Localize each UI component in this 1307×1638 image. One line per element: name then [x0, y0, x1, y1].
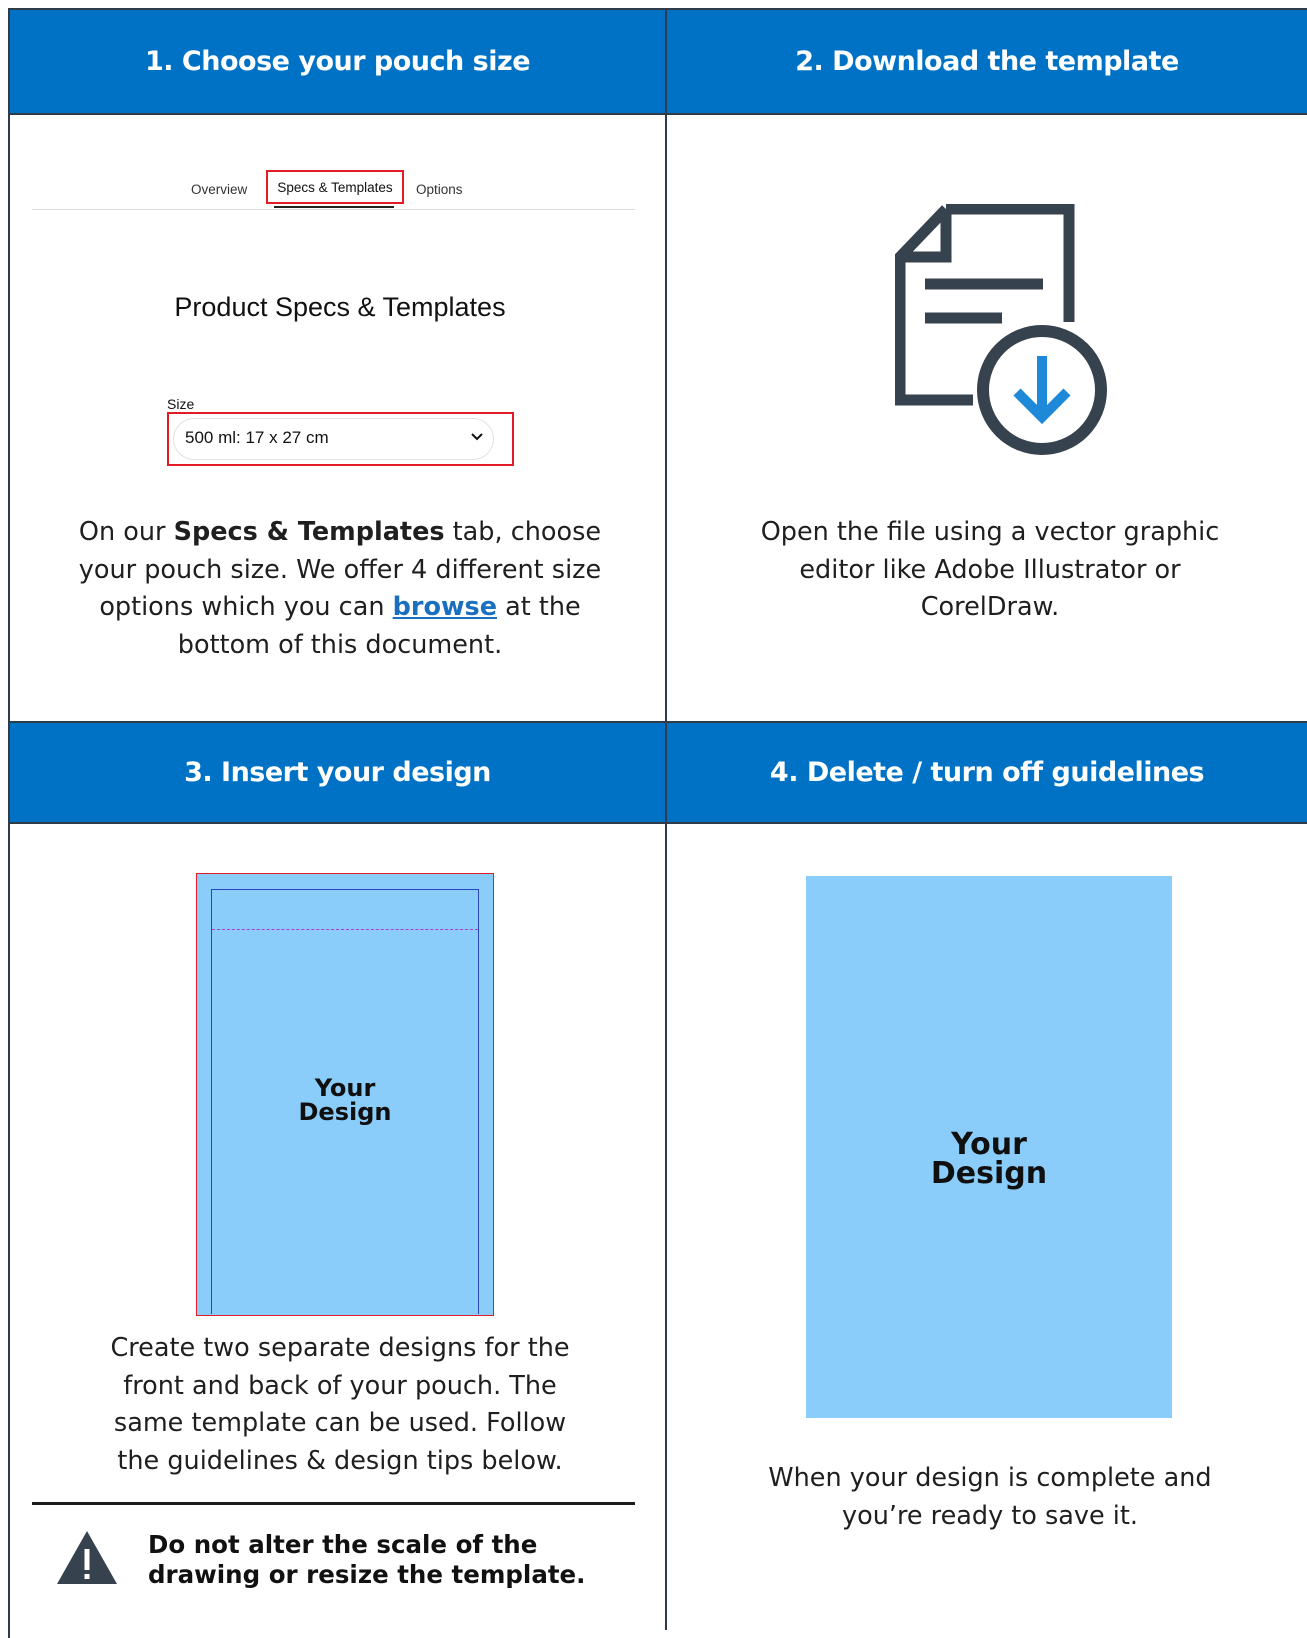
- grid-divider-h3: [8, 822, 1307, 824]
- warning-icon: [57, 1531, 117, 1584]
- grid-divider-h1: [8, 113, 1307, 115]
- warning-divider: [32, 1502, 635, 1505]
- step-4-description: When your design is complete and you’re …: [768, 1463, 1212, 1531]
- tab-specs-label: Specs & Templates: [277, 179, 393, 195]
- tab-options[interactable]: Options: [416, 182, 463, 197]
- step-4-title: 4. Delete / turn off guidelines: [769, 757, 1205, 788]
- tab-bar: Overview Specs & Templates Options: [0, 170, 665, 210]
- template-seal-line: [212, 929, 478, 930]
- tab-overview[interactable]: Overview: [191, 182, 247, 197]
- step-1-text-bold: Specs & Templates: [173, 517, 445, 547]
- size-select[interactable]: 500 ml: 17 x 27 cm: [167, 412, 514, 466]
- final-design-label: Your Design: [806, 1127, 1172, 1191]
- step-4-header: 4. Delete / turn off guidelines: [667, 723, 1307, 822]
- step-3-header: 3. Insert your design: [10, 723, 665, 822]
- size-value: 500 ml: 17 x 27 cm: [185, 428, 329, 447]
- design-label-line2: Design: [298, 1098, 392, 1126]
- step-2-title: 2. Download the template: [795, 46, 1179, 77]
- step-1-description: On our Specs & Templates tab, choose you…: [60, 514, 620, 664]
- step-3-title: 3. Insert your design: [184, 757, 491, 788]
- size-label: Size: [167, 396, 195, 412]
- final-design-line1: Your: [951, 1127, 1027, 1162]
- final-design-line2: Design: [930, 1156, 1048, 1191]
- warning-text: Do not alter the scale of the drawing or…: [148, 1530, 586, 1589]
- file-download-icon: [895, 204, 1107, 455]
- tab-divider: [32, 209, 635, 210]
- active-tab-underline: [274, 206, 394, 208]
- step-1-text-a: On our: [78, 517, 174, 547]
- specs-heading: Product Specs & Templates: [174, 292, 506, 322]
- template-design-label: Your Design: [211, 1076, 479, 1124]
- step-1-title: 1. Choose your pouch size: [144, 46, 531, 77]
- design-label-line1: Your: [314, 1074, 376, 1102]
- step-1-header: 1. Choose your pouch size: [10, 10, 665, 113]
- step-2-header: 2. Download the template: [667, 10, 1307, 113]
- chevron-down-icon: [471, 433, 483, 441]
- step-3-description: Create two separate designs for the fron…: [110, 1333, 570, 1476]
- tab-specs-templates[interactable]: Specs & Templates: [266, 170, 404, 204]
- browse-link[interactable]: browse: [393, 592, 497, 622]
- step-2-description: Open the file using a vector graphic edi…: [760, 517, 1220, 622]
